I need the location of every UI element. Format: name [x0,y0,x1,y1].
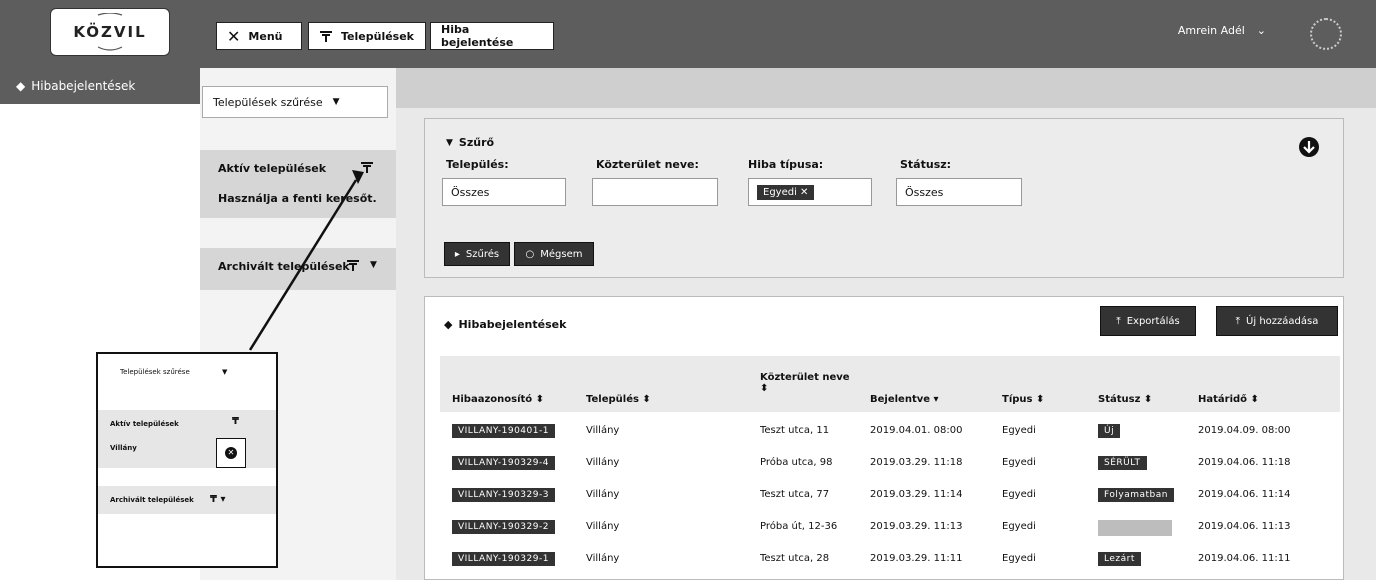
inset-remove-icon: ✕ [225,447,237,459]
zoom-inset: Települések szűrése ▼ Aktív települések … [96,352,278,568]
inset-active-block [98,410,276,468]
inset-pin-icon: ₸ [232,416,239,427]
inset-chevron-icon: ▼ [222,368,228,376]
inset-item: Villány [110,444,137,452]
inset-remove-button[interactable]: ✕ [216,438,246,468]
inset-active-title: Aktív települések [110,420,179,428]
inset-archived-pin-icon: ₸ ▾ [210,494,226,505]
inset-archived-title: Archivált települések [110,496,194,504]
inset-filter-label: Települések szűrése [120,368,190,376]
